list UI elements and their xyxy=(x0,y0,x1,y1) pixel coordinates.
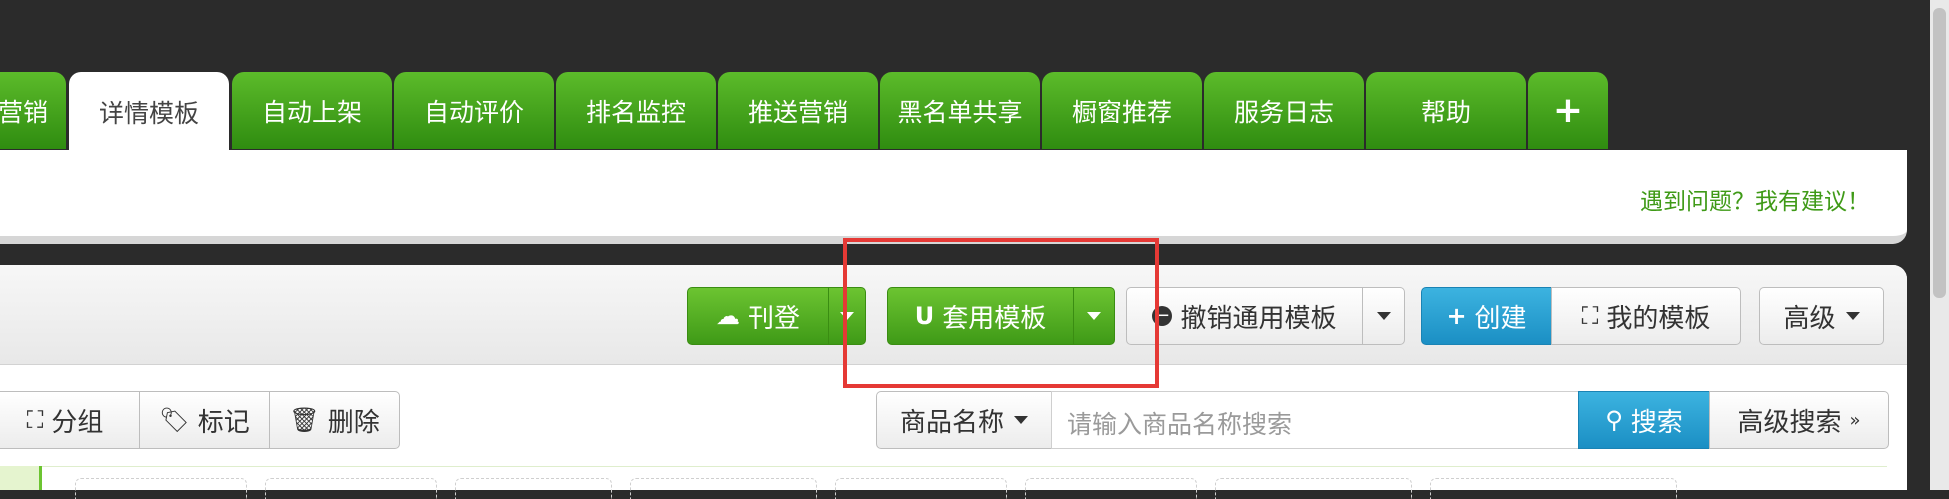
advanced-search-button[interactable]: 高级搜索 » xyxy=(1709,391,1889,449)
list-item xyxy=(1025,478,1197,499)
tab-label: 排名监控 xyxy=(585,97,686,127)
search-placeholder: 请输入商品名称搜索 xyxy=(1067,410,1293,439)
chevron-down-icon xyxy=(1376,312,1391,320)
tab-help[interactable]: 帮助 xyxy=(1366,72,1526,149)
search-input[interactable]: 请输入商品名称搜索 xyxy=(1051,391,1579,449)
advanced-label: 高级 xyxy=(1783,303,1836,334)
notice-panel xyxy=(0,150,1907,244)
tab-label: 营销 xyxy=(0,97,48,127)
trash-icon: 🗑 xyxy=(289,406,320,434)
plus-icon: + xyxy=(1552,90,1584,131)
list-item xyxy=(630,478,817,499)
double-chevron-down-icon: » xyxy=(1849,409,1861,431)
plus-icon: + xyxy=(1446,302,1467,330)
search-icon: ⚲ xyxy=(1605,406,1623,434)
list-item xyxy=(75,478,247,499)
sitemap-icon: ⛶ xyxy=(1581,302,1599,330)
search-field-select[interactable]: 商品名称 xyxy=(876,391,1052,449)
tab-detail-templates[interactable]: 详情模板 xyxy=(69,72,229,152)
list-item xyxy=(265,478,437,499)
advanced-search-label: 高级搜索 xyxy=(1737,407,1842,438)
tab-service-log[interactable]: 服务日志 xyxy=(1204,72,1364,149)
create-label: 创建 xyxy=(1474,303,1527,334)
my-templates-button[interactable]: ⛶ 我的模板 xyxy=(1551,287,1741,345)
tab-label: 详情模板 xyxy=(98,99,199,128)
group-label: 分组 xyxy=(51,407,104,438)
tab-label: 帮助 xyxy=(1420,97,1471,127)
tab-add[interactable]: + xyxy=(1528,72,1608,149)
scrollbar-thumb[interactable] xyxy=(1933,8,1946,298)
delete-label: 删除 xyxy=(327,407,380,438)
publish-button[interactable]: ☁ 刊登 xyxy=(687,287,829,345)
tab-auto-listing[interactable]: 自动上架 xyxy=(232,72,392,149)
tag-label: 标记 xyxy=(197,407,250,438)
delete-button[interactable]: 🗑 删除 xyxy=(269,391,400,449)
tab-label: 自动上架 xyxy=(261,97,362,127)
chevron-down-icon xyxy=(1845,312,1860,320)
list-item xyxy=(1215,478,1412,499)
list-item xyxy=(835,478,1007,499)
list-item xyxy=(455,478,612,499)
tab-label: 黑名单共享 xyxy=(897,97,1023,127)
publish-label: 刊登 xyxy=(747,303,800,334)
tab-ranking-monitor[interactable]: 排名监控 xyxy=(556,72,716,149)
list-left-marker xyxy=(0,466,42,490)
tab-label: 推送营销 xyxy=(747,97,848,127)
tab-marketing[interactable]: 营销 xyxy=(0,72,66,149)
list-item xyxy=(1430,478,1677,499)
tag-icon: 🏷 xyxy=(159,406,190,434)
revoke-template-label: 撤销通用模板 xyxy=(1180,303,1337,334)
revoke-template-dropdown-button[interactable] xyxy=(1362,287,1405,345)
tab-showcase-recommend[interactable]: 橱窗推荐 xyxy=(1042,72,1202,149)
sitemap-icon: ⛶ xyxy=(26,406,44,434)
search-button[interactable]: ⚲ 搜索 xyxy=(1578,391,1710,449)
tab-label: 橱窗推荐 xyxy=(1071,97,1172,127)
advanced-dropdown[interactable]: 高级 xyxy=(1759,287,1884,345)
search-label: 搜索 xyxy=(1630,407,1683,438)
cloud-upload-icon: ☁ xyxy=(715,302,740,330)
feedback-link[interactable]: 遇到问题？我有建议！ xyxy=(1640,182,1870,216)
create-button[interactable]: + 创建 xyxy=(1421,287,1552,345)
highlight-box xyxy=(843,238,1159,388)
tab-auto-review[interactable]: 自动评价 xyxy=(394,72,554,149)
chevron-down-icon xyxy=(1014,416,1028,424)
tab-push-marketing[interactable]: 推送营销 xyxy=(718,72,878,149)
search-field-label: 商品名称 xyxy=(899,407,1004,438)
my-templates-label: 我的模板 xyxy=(1606,303,1711,334)
tag-button[interactable]: 🏷 标记 xyxy=(139,391,270,449)
revoke-template-button[interactable]: − 撤销通用模板 xyxy=(1126,287,1363,345)
tab-label: 自动评价 xyxy=(423,97,524,127)
group-button[interactable]: ⛶ 分组 xyxy=(0,391,140,449)
tab-label: 服务日志 xyxy=(1233,97,1334,127)
tab-blacklist-share[interactable]: 黑名单共享 xyxy=(880,72,1040,149)
